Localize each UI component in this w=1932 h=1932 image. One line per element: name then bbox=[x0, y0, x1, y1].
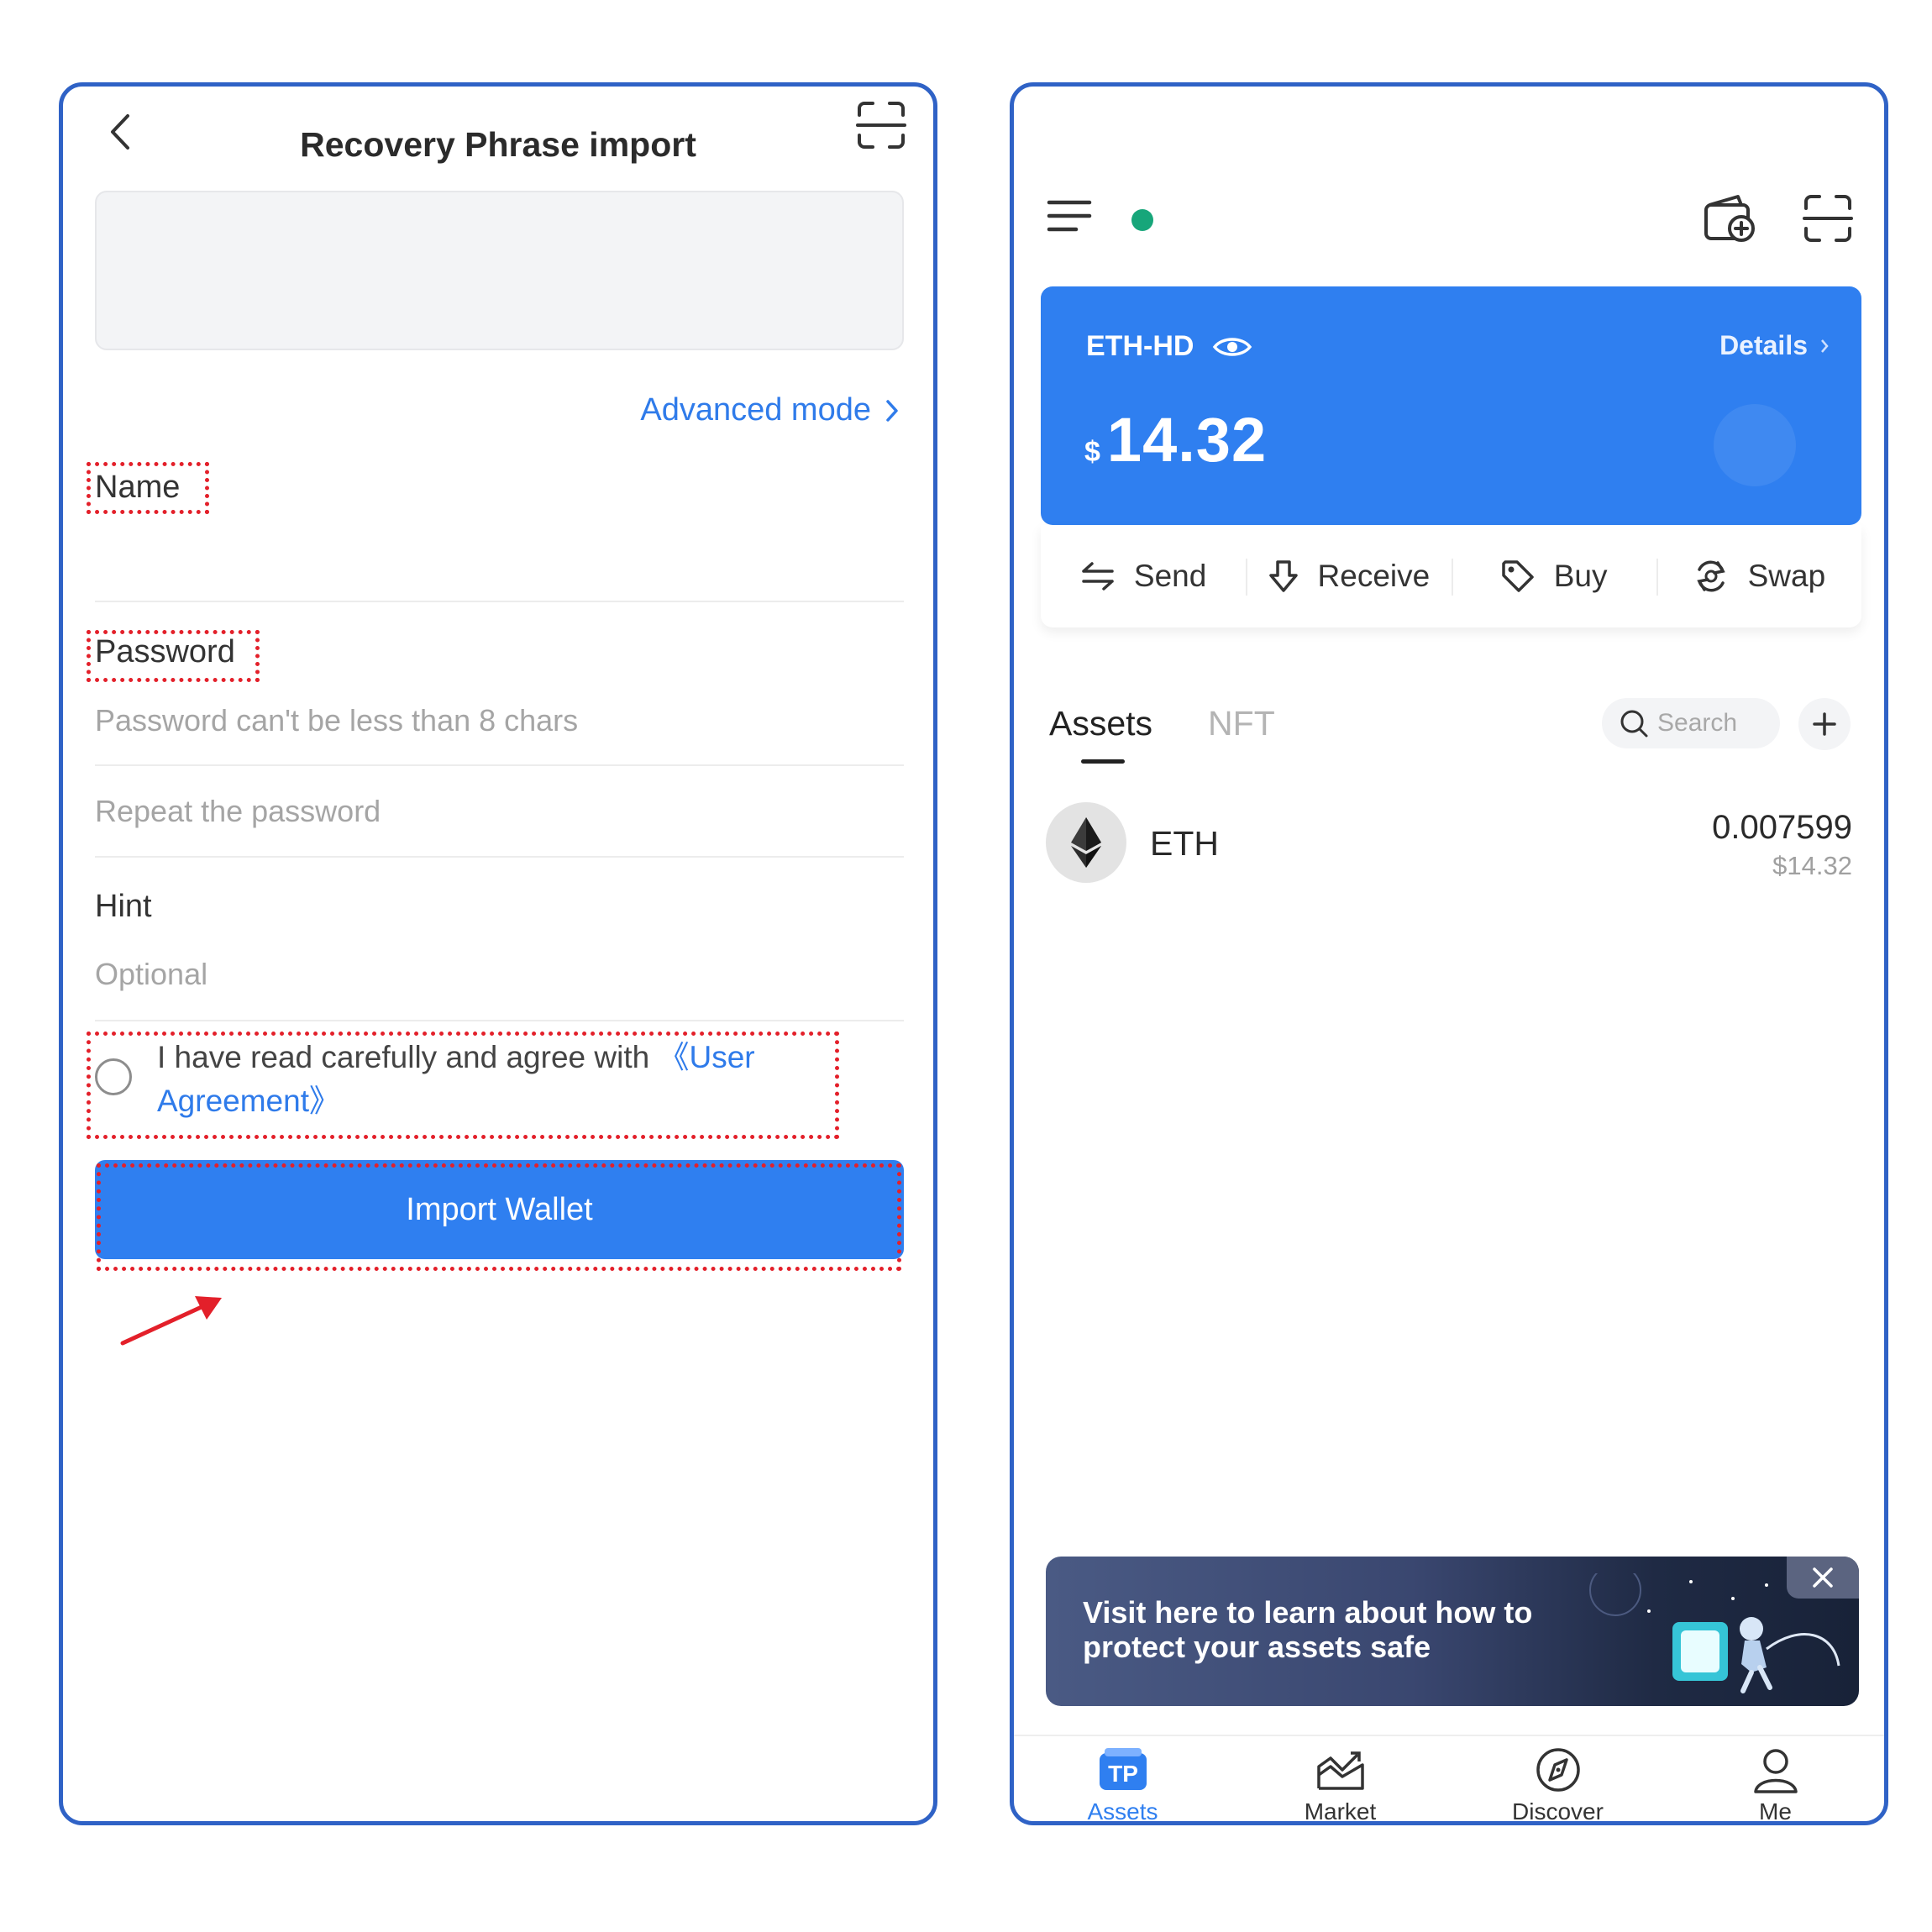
search-icon bbox=[1620, 710, 1648, 738]
send-icon bbox=[1082, 562, 1114, 591]
details-link[interactable]: Details bbox=[1719, 330, 1830, 361]
scan-icon bbox=[856, 102, 906, 149]
nav-me-label: Me bbox=[1759, 1798, 1792, 1824]
swap-label: Swap bbox=[1747, 559, 1826, 593]
asset-symbol: ETH bbox=[1150, 824, 1219, 863]
details-label: Details bbox=[1719, 330, 1808, 360]
tab-assets[interactable]: Assets bbox=[1049, 704, 1152, 764]
repeat-password-input[interactable]: Repeat the password bbox=[95, 794, 381, 829]
advanced-mode-label: Advanced mode bbox=[640, 392, 871, 428]
scan-button[interactable] bbox=[1801, 192, 1855, 245]
asset-row[interactable]: ETH 0.007599 $14.32 bbox=[1046, 801, 1852, 893]
svg-text:TP: TP bbox=[1108, 1761, 1138, 1787]
nav-market-label: Market bbox=[1304, 1798, 1377, 1824]
nav-market[interactable]: Market bbox=[1231, 1736, 1449, 1824]
banner-text: Visit here to learn about how to protect… bbox=[1083, 1595, 1533, 1664]
divider bbox=[95, 856, 904, 858]
nav-discover[interactable]: Discover bbox=[1449, 1736, 1667, 1824]
swap-icon bbox=[1696, 560, 1725, 592]
add-wallet-button[interactable] bbox=[1701, 192, 1758, 245]
nav-assets[interactable]: TP Assets bbox=[1014, 1736, 1231, 1824]
network-status-dot bbox=[1131, 209, 1153, 231]
wallet-add-icon bbox=[1704, 195, 1755, 242]
nav-assets-label: Assets bbox=[1087, 1798, 1158, 1824]
balance-toggle-button[interactable] bbox=[1714, 404, 1796, 486]
bottom-nav: TP Assets Market Discover Me bbox=[1014, 1735, 1884, 1824]
action-bar: Send Receive Buy Swap bbox=[1041, 525, 1861, 627]
import-highlight-box bbox=[97, 1163, 901, 1271]
tag-icon bbox=[1501, 560, 1534, 592]
chevron-right-icon bbox=[886, 399, 898, 422]
add-asset-button[interactable] bbox=[1798, 698, 1851, 750]
send-label: Send bbox=[1133, 559, 1207, 593]
ethereum-icon bbox=[1071, 817, 1101, 868]
chevron-right-icon bbox=[1821, 339, 1829, 353]
scan-button[interactable] bbox=[854, 98, 908, 152]
buy-label: Buy bbox=[1553, 559, 1608, 593]
compass-icon bbox=[1536, 1748, 1580, 1792]
recovery-phrase-input[interactable] bbox=[95, 191, 904, 350]
menu-icon bbox=[1047, 200, 1092, 232]
tp-icon: TP bbox=[1099, 1748, 1147, 1790]
agreement-text: I have read carefully and agree with 《Us… bbox=[157, 1036, 812, 1123]
balance: $ 14.32 bbox=[1084, 404, 1267, 475]
currency-symbol: $ bbox=[1084, 436, 1100, 468]
divider bbox=[95, 1020, 904, 1021]
search-input[interactable]: Search bbox=[1602, 698, 1780, 748]
annotation-arrow-icon bbox=[120, 1296, 222, 1346]
password-input[interactable]: Password can't be less than 8 chars bbox=[95, 703, 578, 738]
page-title: Recovery Phrase import bbox=[300, 125, 696, 164]
asset-value: $14.32 bbox=[1772, 851, 1852, 880]
menu-button[interactable] bbox=[1046, 196, 1093, 236]
name-label: Name bbox=[95, 470, 181, 505]
hint-label: Hint bbox=[95, 889, 152, 924]
receive-button[interactable]: Receive bbox=[1246, 525, 1451, 627]
safety-banner[interactable]: Visit here to learn about how to protect… bbox=[1046, 1557, 1859, 1706]
divider bbox=[95, 601, 904, 602]
agreement-checkbox[interactable] bbox=[95, 1058, 132, 1095]
search-placeholder: Search bbox=[1657, 709, 1738, 737]
receive-label: Receive bbox=[1317, 559, 1431, 593]
hint-input[interactable]: Optional bbox=[95, 957, 207, 992]
send-button[interactable]: Send bbox=[1041, 525, 1246, 627]
buy-button[interactable]: Buy bbox=[1451, 525, 1656, 627]
plus-icon bbox=[1813, 712, 1836, 736]
name-input[interactable] bbox=[95, 523, 904, 599]
banner-close-button[interactable] bbox=[1787, 1557, 1859, 1599]
divider bbox=[95, 764, 904, 766]
wallet-name: ETH-HD bbox=[1086, 330, 1252, 363]
eth-token-icon bbox=[1046, 802, 1126, 883]
recovery-import-screen: Recovery Phrase import Advanced mode Nam… bbox=[59, 82, 937, 1825]
balance-amount: 14.32 bbox=[1106, 405, 1268, 475]
tab-nft[interactable]: NFT bbox=[1208, 704, 1275, 743]
password-label: Password bbox=[95, 634, 235, 669]
nav-me[interactable]: Me bbox=[1667, 1736, 1884, 1824]
scan-icon bbox=[1803, 195, 1853, 242]
eye-icon[interactable] bbox=[1212, 333, 1252, 360]
close-icon bbox=[1813, 1567, 1833, 1588]
receive-icon bbox=[1268, 560, 1298, 592]
nav-discover-label: Discover bbox=[1512, 1798, 1604, 1824]
advanced-mode-link[interactable]: Advanced mode bbox=[640, 392, 900, 428]
user-icon bbox=[1753, 1749, 1798, 1793]
asset-amount: 0.007599 bbox=[1712, 809, 1852, 846]
asset-tabs: Assets NFT bbox=[1049, 704, 1275, 764]
agreement-label: I have read carefully and agree with bbox=[157, 1040, 650, 1074]
wallet-home-screen: ETH-HD Details $ 14.32 Send Receive Buy … bbox=[1010, 82, 1888, 1825]
swap-button[interactable]: Swap bbox=[1656, 525, 1861, 627]
market-chart-icon bbox=[1316, 1751, 1364, 1790]
wallet-name-label: ETH-HD bbox=[1086, 330, 1194, 362]
wallet-balance-card: ETH-HD Details $ 14.32 bbox=[1041, 286, 1861, 525]
